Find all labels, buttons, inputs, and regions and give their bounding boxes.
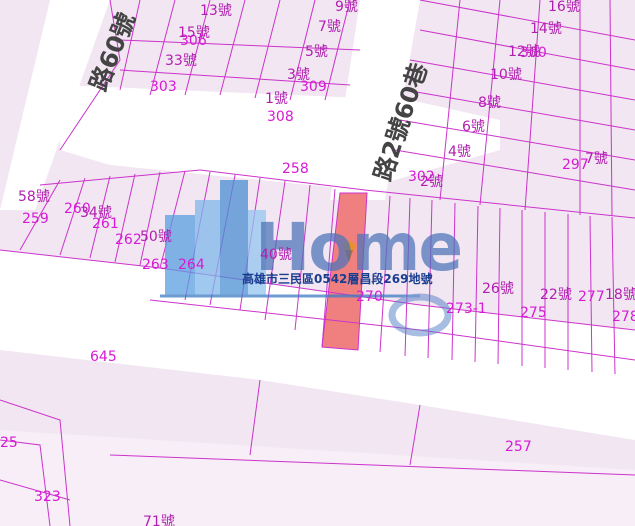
parcel-323: 323	[34, 489, 61, 505]
parcel-645: 645	[90, 349, 117, 365]
house-40: 40號	[260, 247, 292, 263]
parcel-264: 264	[178, 257, 205, 273]
parcel-275: 275	[520, 305, 547, 321]
cadastral-map[interactable]: Home 路60號 路2號60巷 258 259 260 261 262 263…	[0, 0, 635, 526]
parcel-325: 25	[0, 435, 18, 451]
house-6: 6號	[462, 119, 485, 135]
parcel-259: 259	[22, 211, 49, 227]
house-18: 18號	[605, 287, 635, 303]
house-34: 34號	[80, 205, 112, 221]
house-2: 2號	[420, 174, 443, 190]
road-bottom	[0, 430, 635, 526]
parcel-277: 277	[578, 289, 605, 305]
house-22: 22號	[540, 287, 572, 303]
house-71: 71號	[143, 514, 175, 526]
house-15: 15號	[178, 25, 210, 41]
parcel-308: 308	[267, 109, 294, 125]
house-10: 10號	[490, 67, 522, 83]
house-13: 13號	[200, 3, 232, 19]
parcel-263: 263	[142, 257, 169, 273]
house-5: 5號	[305, 44, 328, 60]
parcel-303: 303	[150, 79, 177, 95]
house-26: 26號	[482, 281, 514, 297]
house-3: 3號	[287, 67, 310, 83]
house-14: 14號	[530, 21, 562, 37]
house-58: 58號	[18, 189, 50, 205]
parcel-257: 257	[505, 439, 532, 455]
parcel-262: 262	[115, 232, 142, 248]
house-12: 12號	[508, 44, 540, 60]
house-16: 16號	[548, 0, 580, 15]
location-caption: 高雄市三民區0542層昌段269地號	[242, 272, 433, 286]
house-50: 50號	[140, 229, 172, 245]
parcel-270: 270	[356, 289, 383, 305]
house-7: 7號	[318, 19, 341, 35]
parcel-278: 278	[612, 309, 635, 325]
house-1: 1號	[265, 91, 288, 107]
parcel-258: 258	[282, 161, 309, 177]
parcel-273-1: 273-1	[446, 301, 487, 317]
house-33: 33號	[165, 53, 197, 69]
house-7b: 7號	[585, 151, 608, 167]
house-8: 8號	[478, 95, 501, 111]
house-9: 9號	[335, 0, 358, 15]
house-4: 4號	[448, 144, 471, 160]
